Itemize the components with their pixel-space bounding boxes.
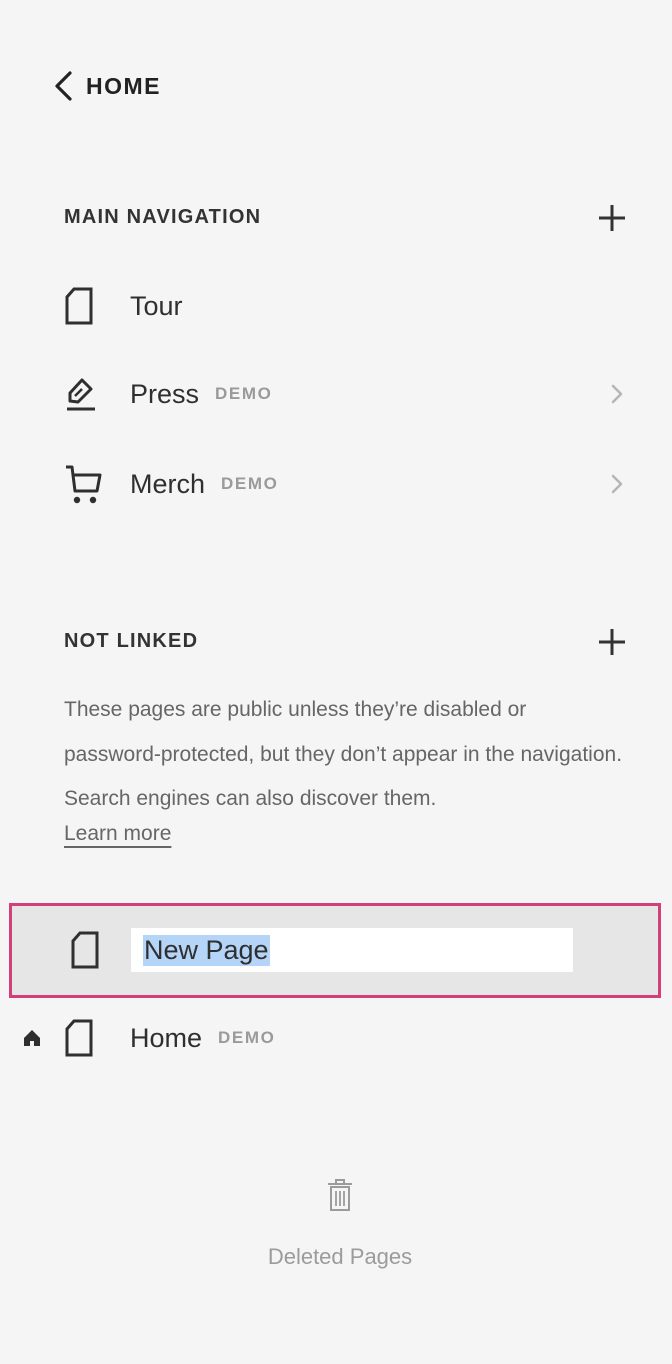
demo-badge: DEMO: [218, 1028, 276, 1047]
demo-badge: DEMO: [215, 384, 273, 403]
add-page-main-navigation-icon[interactable]: [597, 203, 627, 233]
trash-icon[interactable]: [325, 1178, 355, 1212]
page-name-input[interactable]: New Page: [131, 928, 573, 972]
nav-item-merch[interactable]: Merch DEMO: [64, 456, 624, 512]
cart-icon: [64, 462, 108, 506]
not-linked-title: NOT LINKED: [64, 630, 199, 652]
nav-item-label: Tour: [130, 290, 183, 321]
chevron-right-icon: [611, 474, 623, 494]
selected-text: New Page: [143, 934, 270, 966]
page-item-label: Home: [130, 1022, 203, 1053]
back-home-label: HOME: [86, 72, 161, 99]
nav-item-label: Press: [130, 378, 200, 409]
chevron-right-icon: [611, 384, 623, 404]
home-indicator-icon: [22, 1028, 42, 1053]
nav-item-label: Merch: [130, 468, 206, 499]
nav-item-tour[interactable]: Tour: [64, 278, 624, 334]
back-home-button[interactable]: HOME: [52, 70, 161, 102]
new-page-row[interactable]: New Page: [9, 903, 661, 998]
deleted-pages-link[interactable]: Deleted Pages: [0, 1244, 672, 1270]
page-icon: [70, 931, 100, 974]
not-linked-description: These pages are public unless they’re di…: [64, 698, 623, 810]
add-page-not-linked-icon[interactable]: [597, 627, 627, 657]
page-icon: [64, 284, 108, 328]
not-linked-item-home[interactable]: Home DEMO: [64, 1010, 624, 1066]
demo-badge: DEMO: [221, 474, 279, 493]
nav-item-press[interactable]: Press DEMO: [64, 366, 624, 422]
pen-icon: [64, 372, 108, 416]
main-navigation-title: MAIN NAVIGATION: [64, 206, 262, 228]
learn-more-link[interactable]: Learn more: [64, 822, 171, 846]
chevron-left-icon: [55, 71, 72, 101]
page-icon: [64, 1016, 108, 1060]
